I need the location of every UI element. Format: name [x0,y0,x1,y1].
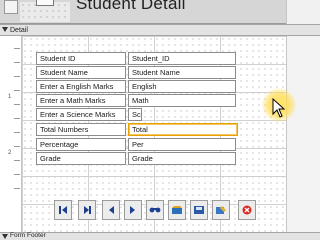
ruler-tick [14,132,20,133]
form-margin [286,36,320,232]
title-control[interactable] [36,0,54,6]
field-science[interactable]: Sc [128,108,142,121]
label-student-name[interactable]: Student Name [36,66,126,79]
previous-record-icon [109,206,114,214]
field-total[interactable]: Total [128,123,238,136]
add-record-icon [172,206,182,214]
ruler-tick [14,104,20,105]
label-science-marks[interactable]: Enter a Science Marks [36,108,126,121]
label-math-marks[interactable]: Enter a Math Marks [36,94,126,107]
label-total-numbers[interactable]: Total Numbers [36,123,126,136]
form-footer-bar[interactable]: Form Footer [0,232,320,240]
field-student-name[interactable]: Student Name [128,66,236,79]
delete-record-icon [242,205,252,215]
ruler-tick [14,90,20,91]
field-math[interactable]: Math [128,94,236,107]
label-percentage[interactable]: Percentage [36,138,126,151]
form-footer-label: Form Footer [10,232,46,239]
form-title[interactable]: Student Detail [76,0,186,14]
ruler-tick [14,146,20,147]
field-grade[interactable]: Grade [128,152,236,165]
detail-section-bar[interactable]: Detail [0,24,320,36]
header-margin [286,0,320,24]
field-english[interactable]: English [128,80,236,93]
field-percentage[interactable]: Per [128,138,236,151]
form-header: Student Detail [0,0,320,24]
form-selector-icon[interactable] [4,0,18,14]
previous-record-button[interactable] [102,200,120,220]
label-grade[interactable]: Grade [36,152,126,165]
detail-section-label: Detail [10,27,28,34]
vertical-ruler[interactable]: 1 2 [0,36,22,232]
ruler-tick [14,174,20,175]
ruler-tick [14,62,20,63]
add-record-button[interactable] [168,200,186,220]
section-arrow-icon [2,234,8,239]
ruler-tick [14,48,20,49]
last-record-icon [130,206,135,214]
first-record-icon [59,206,67,214]
save-record-icon [194,206,204,214]
edit-record-icon [216,206,226,214]
ruler-number: 1 [8,94,12,100]
next-record-button[interactable] [78,200,96,220]
last-record-button[interactable] [124,200,142,220]
find-record-button[interactable] [146,200,164,220]
section-arrow-icon [2,27,8,32]
record-navigation-bar [52,200,264,224]
mouse-pointer-icon [272,98,286,118]
field-student-id[interactable]: Student_ID [128,52,236,65]
ruler-tick [14,76,20,77]
ruler-tick [14,118,20,119]
find-record-icon [149,207,161,213]
delete-record-button[interactable] [238,200,256,220]
first-record-button[interactable] [54,200,72,220]
save-record-button[interactable] [190,200,208,220]
ruler-tick [14,188,20,189]
label-student-id[interactable]: Student ID [36,52,126,65]
next-record-icon [84,206,91,214]
ruler-tick [14,160,20,161]
label-english-marks[interactable]: Enter a English Marks [36,80,126,93]
ruler-number: 2 [8,150,12,156]
edit-record-button[interactable] [212,200,230,220]
